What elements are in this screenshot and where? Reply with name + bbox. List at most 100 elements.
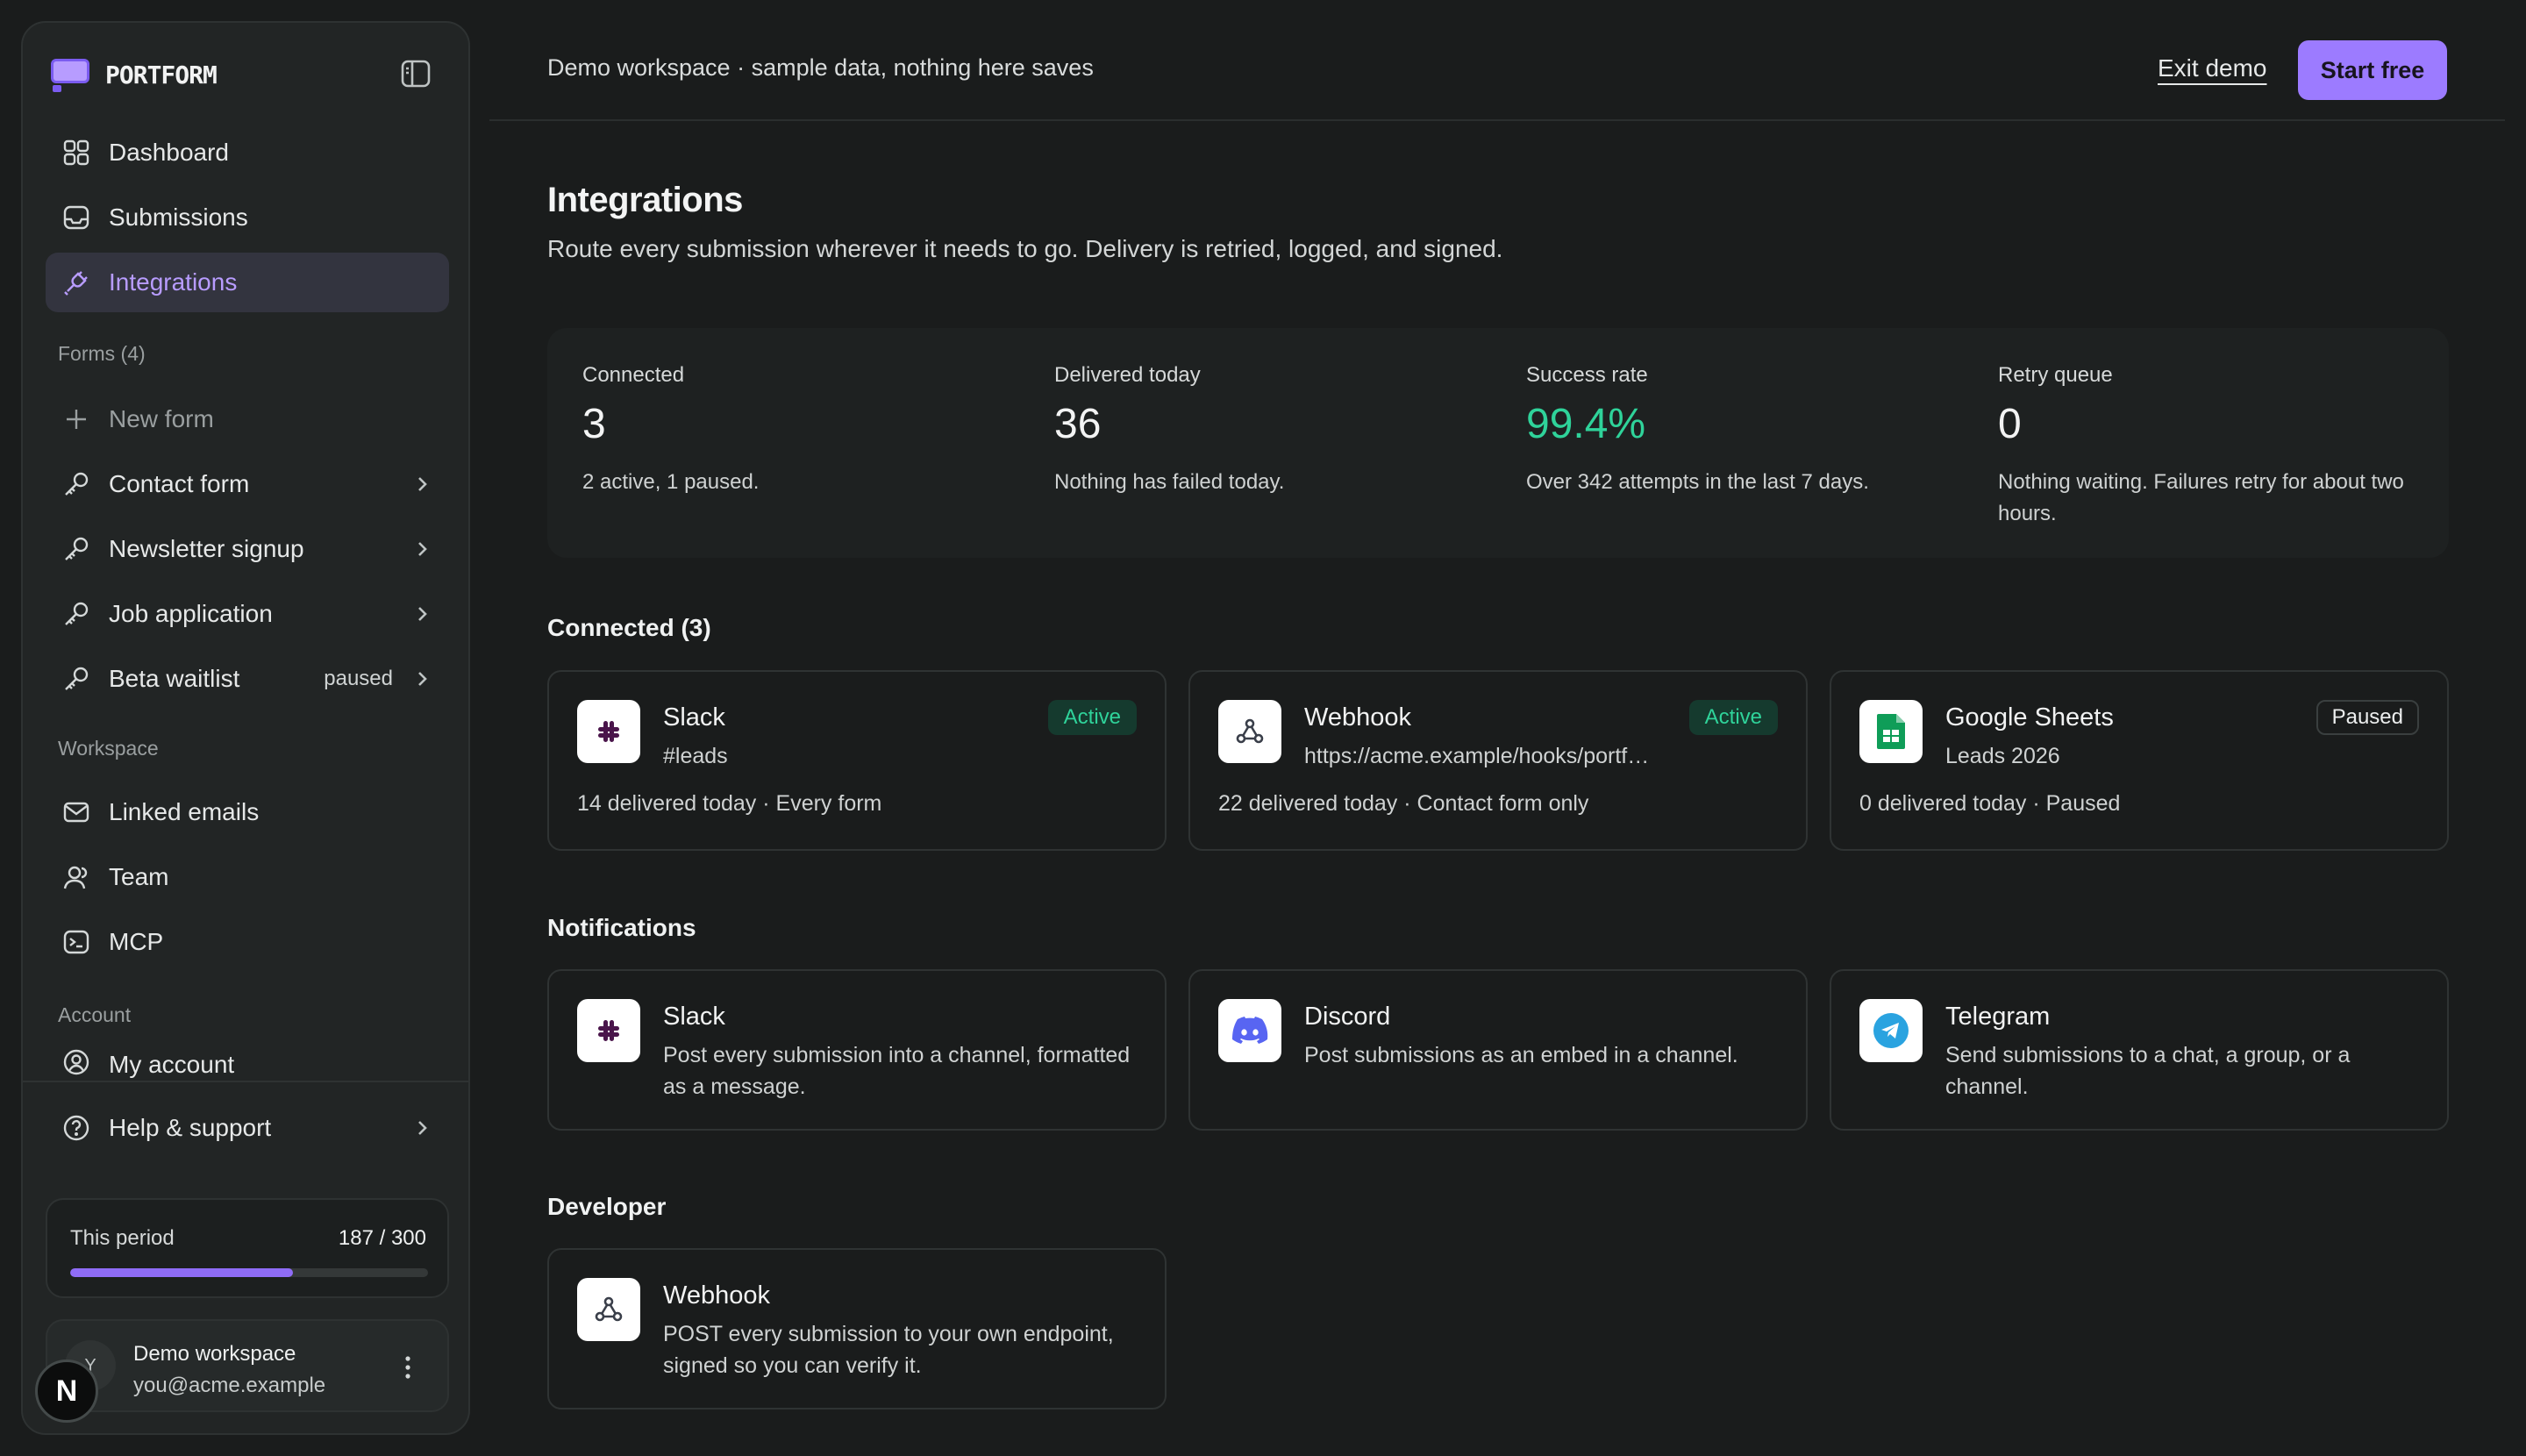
help-circle-icon xyxy=(61,1113,91,1143)
chevron-right-icon xyxy=(418,607,427,621)
usage-label: This period xyxy=(70,1226,175,1250)
stat-connected: Connected 3 2 active, 1 paused. xyxy=(582,363,1021,498)
nav-integrations[interactable]: Integrations xyxy=(46,253,449,312)
sidebar-divider xyxy=(23,1081,468,1082)
nav-my-account[interactable]: My account xyxy=(46,1047,449,1082)
card-title: Webhook xyxy=(663,1281,770,1310)
user-icon xyxy=(61,862,91,892)
inbox-icon xyxy=(61,203,91,232)
webhook-icon xyxy=(1218,700,1281,763)
status-badge: Active xyxy=(1047,700,1137,735)
brand[interactable]: PORTFORM xyxy=(51,53,218,96)
card-title: Discord xyxy=(1304,1003,1391,1031)
stats-panel: Connected 3 2 active, 1 paused. Delivere… xyxy=(547,328,2449,558)
card-title: Slack xyxy=(663,1003,725,1031)
form-item-label: Beta waitlist xyxy=(109,665,240,692)
nav-help-label: Help & support xyxy=(109,1114,272,1141)
notifications-heading: Notifications xyxy=(547,914,696,941)
nav-submissions[interactable]: Submissions xyxy=(46,188,449,247)
card-footer: 14 delivered today · Every form xyxy=(577,791,882,816)
paused-tag: paused xyxy=(324,667,393,690)
account-switcher[interactable]: Y Demo workspace you@acme.example xyxy=(46,1319,449,1412)
notification-card-discord[interactable]: Discord Post submissions as an embed in … xyxy=(1188,969,1808,1131)
stat-value: 36 xyxy=(1054,401,1102,447)
connected-card-google-sheets[interactable]: Google Sheets Leads 2026 Paused 0 delive… xyxy=(1830,670,2449,851)
nav-dashboard[interactable]: Dashboard xyxy=(46,123,449,182)
workspace-section-label: Workspace xyxy=(58,737,159,760)
nav-linked-emails[interactable]: Linked emails xyxy=(46,782,449,842)
form-item-newsletter-signup[interactable]: Newsletter signup xyxy=(46,519,449,579)
notification-card-slack[interactable]: Slack Post every submission into a chann… xyxy=(547,969,1167,1131)
stat-note: 2 active, 1 paused. xyxy=(582,470,760,494)
brand-name: PORTFORM xyxy=(105,60,218,89)
form-item-label: Job application xyxy=(109,600,273,627)
nav-help-support[interactable]: Help & support xyxy=(46,1098,449,1158)
form-item-contact-form[interactable]: Contact form xyxy=(46,454,449,514)
nav-mcp[interactable]: MCP xyxy=(46,912,449,972)
connected-card-webhook[interactable]: Webhook https://acme.example/hooks/portf… xyxy=(1188,670,1808,851)
card-title: Slack xyxy=(663,703,725,732)
google-sheets-icon xyxy=(1859,700,1923,763)
more-vertical-icon[interactable] xyxy=(403,1354,412,1381)
terminal-icon xyxy=(61,927,91,957)
usage-value: 187 / 300 xyxy=(338,1226,426,1250)
nav-submissions-label: Submissions xyxy=(109,203,248,231)
chevron-right-icon xyxy=(418,672,427,686)
card-subtitle: Leads 2026 xyxy=(1945,744,2060,768)
stat-value: 99.4% xyxy=(1526,401,1646,447)
card-footer: 0 delivered today · Paused xyxy=(1859,791,2121,816)
card-description: Send submissions to a chat, a group, or … xyxy=(1945,1043,2351,1099)
card-title: Telegram xyxy=(1945,1003,2051,1031)
topbar-divider xyxy=(489,119,2505,121)
usage-meter: This period 187 / 300 xyxy=(46,1198,449,1298)
usage-progress-track xyxy=(70,1268,428,1277)
exit-demo-link[interactable]: Exit demo xyxy=(2158,54,2267,82)
status-badge: Active xyxy=(1688,700,1778,735)
account-name: Demo workspace xyxy=(133,1342,296,1366)
form-item-beta-waitlist[interactable]: Beta waitlist paused xyxy=(46,649,449,709)
webhook-icon xyxy=(577,1278,640,1341)
form-item-job-application[interactable]: Job application xyxy=(46,584,449,644)
slack-icon xyxy=(577,700,640,763)
notification-card-telegram[interactable]: Telegram Send submissions to a chat, a g… xyxy=(1830,969,2449,1131)
start-free-button[interactable]: Start free xyxy=(2298,40,2447,100)
stat-label: Success rate xyxy=(1526,363,1648,387)
dev-tools-badge[interactable]: N xyxy=(35,1360,98,1423)
card-description: Post submissions as an embed in a channe… xyxy=(1304,1043,1738,1067)
key-icon xyxy=(61,469,91,499)
plus-icon xyxy=(61,404,91,434)
connected-heading: Connected (3) xyxy=(547,614,711,641)
nav-dashboard-label: Dashboard xyxy=(109,139,229,166)
sidebar: PORTFORM Dashboard Submissions Integrati… xyxy=(21,21,470,1435)
card-description: Post every submission into a channel, fo… xyxy=(663,1043,1131,1099)
usage-progress-fill xyxy=(70,1268,294,1277)
card-title: Webhook xyxy=(1304,703,1411,732)
stat-retry-queue: Retry queue 0 Nothing waiting. Failures … xyxy=(1998,363,2428,530)
sidebar-toggle-icon[interactable] xyxy=(400,58,432,89)
nav-mcp-label: MCP xyxy=(109,928,164,955)
developer-card-webhook[interactable]: Webhook POST every submission to your ow… xyxy=(547,1248,1167,1410)
card-description: POST every submission to your own endpoi… xyxy=(663,1322,1114,1378)
new-form-button[interactable]: New form xyxy=(46,389,449,449)
stat-success-rate: Success rate 99.4% Over 342 attempts in … xyxy=(1526,363,1965,498)
stat-note: Nothing waiting. Failures retry for abou… xyxy=(1998,470,2404,525)
connected-card-slack[interactable]: Slack #leads Active 14 delivered today ·… xyxy=(547,670,1167,851)
nav-team[interactable]: Team xyxy=(46,847,449,907)
plug-icon xyxy=(61,268,91,297)
card-subtitle: #leads xyxy=(663,744,728,768)
chevron-right-icon xyxy=(418,1121,427,1135)
page-subtitle: Route every submission wherever it needs… xyxy=(547,235,1503,262)
stat-delivered-today: Delivered today 36 Nothing has failed to… xyxy=(1054,363,1493,498)
forms-section-label: Forms (4) xyxy=(58,342,146,365)
stat-note: Nothing has failed today. xyxy=(1054,470,1285,494)
nav-integrations-label: Integrations xyxy=(109,268,238,296)
card-subtitle: https://acme.example/hooks/portform xyxy=(1304,744,1655,768)
card-footer: 22 delivered today · Contact form only xyxy=(1218,791,1589,816)
page-title: Integrations xyxy=(547,181,743,219)
telegram-icon xyxy=(1859,999,1923,1062)
nav-linked-emails-label: Linked emails xyxy=(109,798,260,825)
mail-icon xyxy=(61,797,91,827)
stat-note: Over 342 attempts in the last 7 days. xyxy=(1526,470,1869,494)
account-section-label: Account xyxy=(58,1003,132,1026)
nav-my-account-label: My account xyxy=(109,1051,235,1078)
